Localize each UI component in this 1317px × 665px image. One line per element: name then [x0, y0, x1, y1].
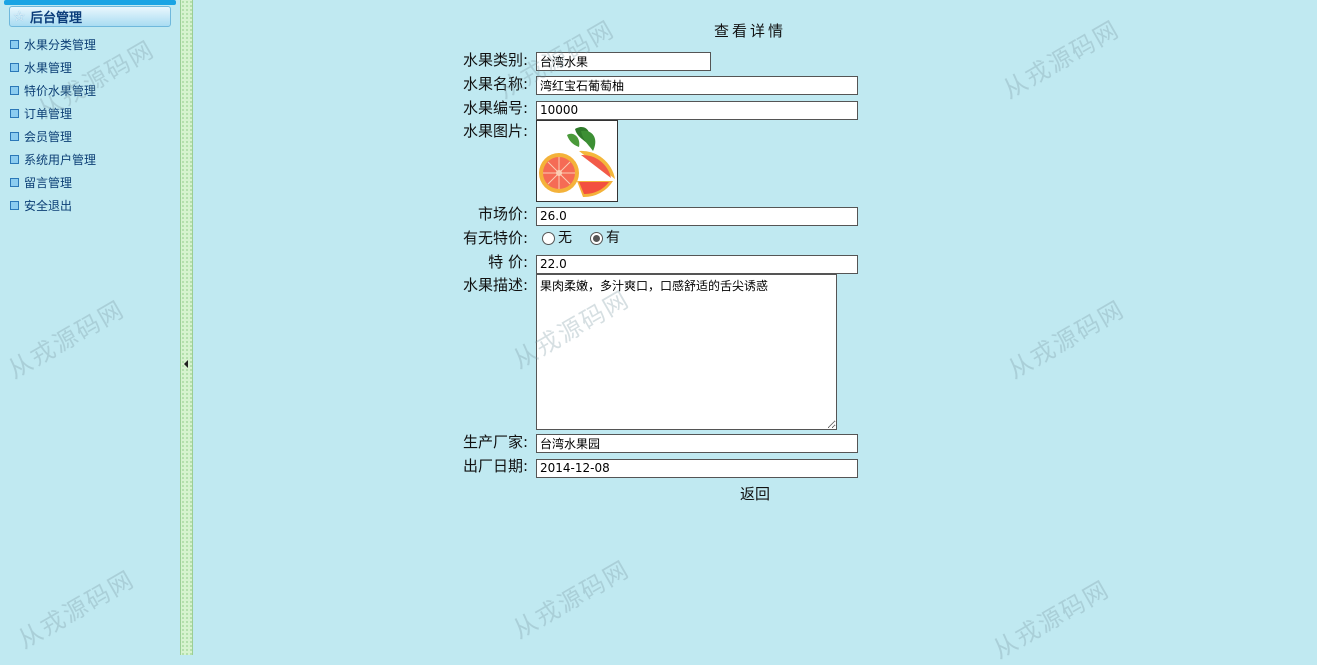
sidebar-menu: 水果分类管理 水果管理 特价水果管理 订单管理 会员管理 系统用户管理 留言管理…	[10, 33, 96, 217]
date-field[interactable]	[536, 458, 858, 478]
collapse-arrow-icon[interactable]	[184, 360, 188, 368]
category-field[interactable]	[536, 52, 711, 71]
grapefruit-image	[537, 121, 617, 201]
row-market-price: 市场价:	[321, 205, 858, 226]
date-label: 出厂日期:	[462, 457, 528, 475]
market-price-label: 市场价:	[477, 205, 528, 223]
radio-yes[interactable]	[590, 232, 603, 245]
number-label: 水果编号:	[462, 99, 528, 117]
row-category: 水果类别:	[321, 51, 711, 71]
special-price-label: 特 价:	[488, 253, 528, 271]
sidebar-header-label: 后台管理	[30, 11, 83, 26]
sidebar-item-logout[interactable]: 安全退出	[10, 194, 96, 217]
row-name: 水果名称:	[321, 75, 858, 95]
description-label: 水果描述:	[462, 276, 528, 294]
sidebar-item-special-fruit[interactable]: 特价水果管理	[10, 79, 96, 102]
sidebar-item-members[interactable]: 会员管理	[10, 125, 96, 148]
row-date: 出厂日期:	[321, 457, 858, 478]
market-price-field[interactable]	[536, 206, 858, 226]
manufacturer-label: 生产厂家:	[462, 433, 528, 451]
sidebar-item-system-users[interactable]: 系统用户管理	[10, 148, 96, 171]
frame-splitter[interactable]	[180, 0, 193, 655]
category-label: 水果类别:	[462, 51, 528, 69]
radio-yes-label: 有	[606, 230, 620, 246]
manufacturer-field[interactable]	[536, 434, 858, 453]
special-price-field[interactable]	[536, 254, 858, 274]
sidebar-item-fruit-category[interactable]: 水果分类管理	[10, 33, 96, 56]
square-bullet-icon	[10, 109, 19, 118]
sidebar-item-orders[interactable]: 订单管理	[10, 102, 96, 125]
sidebar: ☆ 后台管理 水果分类管理 水果管理 特价水果管理 订单管理 会员管理 系统用户…	[0, 0, 180, 655]
has-special-label: 有无特价:	[462, 229, 528, 247]
square-bullet-icon	[10, 40, 19, 49]
square-bullet-icon	[10, 132, 19, 141]
name-label: 水果名称:	[462, 75, 528, 93]
radio-no-label: 无	[558, 230, 572, 246]
row-description: 水果描述: 果肉柔嫩，多汁爽口，口感舒适的舌尖诱惑	[321, 274, 837, 430]
name-field[interactable]	[536, 76, 858, 95]
back-link[interactable]: 返回	[740, 483, 770, 504]
square-bullet-icon	[10, 201, 19, 210]
star-icon: ☆	[13, 8, 26, 25]
sidebar-header[interactable]: ☆ 后台管理	[9, 6, 171, 27]
square-bullet-icon	[10, 86, 19, 95]
description-textarea[interactable]: 果肉柔嫩，多汁爽口，口感舒适的舌尖诱惑	[536, 274, 837, 430]
sidebar-top-bar	[4, 0, 176, 5]
row-picture: 水果图片:	[321, 120, 618, 202]
sidebar-item-fruit[interactable]: 水果管理	[10, 56, 96, 79]
main-content: 查看详情 水果类别: 水果名称: 水果编号: 水果图片:	[193, 0, 1317, 655]
page-title: 查看详情	[714, 22, 787, 40]
fruit-image	[536, 120, 618, 202]
sidebar-item-messages[interactable]: 留言管理	[10, 171, 96, 194]
row-manufacturer: 生产厂家:	[321, 433, 858, 453]
square-bullet-icon	[10, 178, 19, 187]
number-field[interactable]	[536, 100, 858, 120]
square-bullet-icon	[10, 155, 19, 164]
picture-label: 水果图片:	[462, 122, 528, 140]
row-special-price: 特 价:	[321, 253, 858, 274]
square-bullet-icon	[10, 63, 19, 72]
row-number: 水果编号:	[321, 99, 858, 120]
special-radio-group: 无 有	[536, 229, 620, 248]
radio-no[interactable]	[542, 232, 555, 245]
row-has-special: 有无特价: 无 有	[321, 229, 620, 248]
